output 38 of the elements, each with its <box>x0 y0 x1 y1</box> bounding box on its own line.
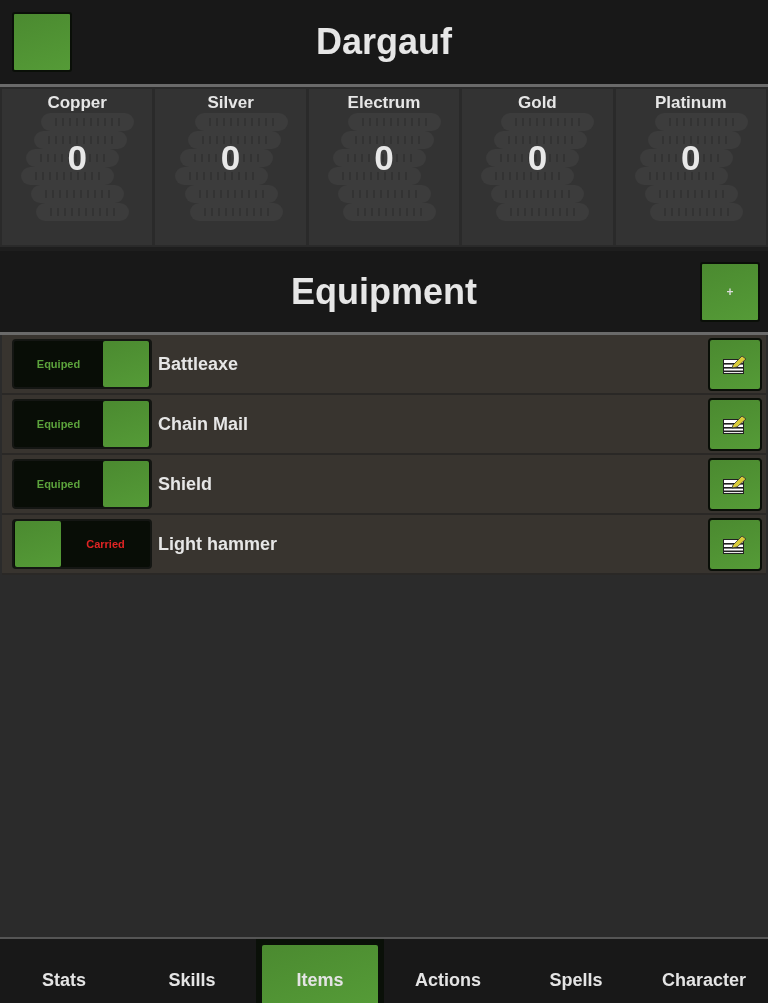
character-name: Dargauf <box>315 21 453 63</box>
coin-value: 0 <box>527 138 548 178</box>
nav-tab[interactable]: Spells <box>512 939 640 1003</box>
toggle-knob <box>103 341 149 387</box>
edit-button[interactable] <box>708 337 762 391</box>
coin-value: 0 <box>220 138 241 178</box>
item-name: Light hammer <box>158 533 278 555</box>
nav-tab[interactable]: Character <box>640 939 768 1003</box>
nav-tab[interactable]: Skills <box>128 939 256 1003</box>
coin-label: Electrum <box>347 93 421 113</box>
item-name: Shield <box>158 473 213 495</box>
coin-value: 0 <box>681 138 701 178</box>
edit-button[interactable] <box>708 517 762 571</box>
coin-value: 0 <box>374 138 394 178</box>
status-toggle[interactable]: Equiped <box>12 459 152 509</box>
status-toggle[interactable]: Carried <box>12 519 152 569</box>
notepad-pencil-icon <box>722 413 748 435</box>
coin-label: Gold <box>518 93 557 113</box>
coin-value: 0 <box>67 138 87 178</box>
coin-label: Platinum <box>654 93 727 113</box>
status-toggle[interactable]: Equiped <box>12 399 152 449</box>
toggle-knob <box>15 521 61 567</box>
edit-button[interactable] <box>708 457 762 511</box>
status-toggle[interactable]: Equiped <box>12 339 152 389</box>
toggle-knob <box>103 401 149 447</box>
square-button[interactable] <box>12 12 72 72</box>
notepad-pencil-icon <box>722 533 748 555</box>
nav-tab[interactable]: Actions <box>384 939 512 1003</box>
edit-button[interactable] <box>708 397 762 451</box>
item-name: Chain Mail <box>158 413 249 435</box>
notepad-pencil-icon <box>722 473 748 495</box>
notepad-pencil-icon <box>722 353 748 375</box>
toggle-knob <box>103 461 149 507</box>
item-name: Battleaxe <box>158 353 240 375</box>
section-title: Equipment <box>290 270 478 313</box>
coin-label: Silver <box>207 93 254 113</box>
nav-tab[interactable]: Stats <box>0 939 128 1003</box>
coin-label: Copper <box>47 93 107 113</box>
